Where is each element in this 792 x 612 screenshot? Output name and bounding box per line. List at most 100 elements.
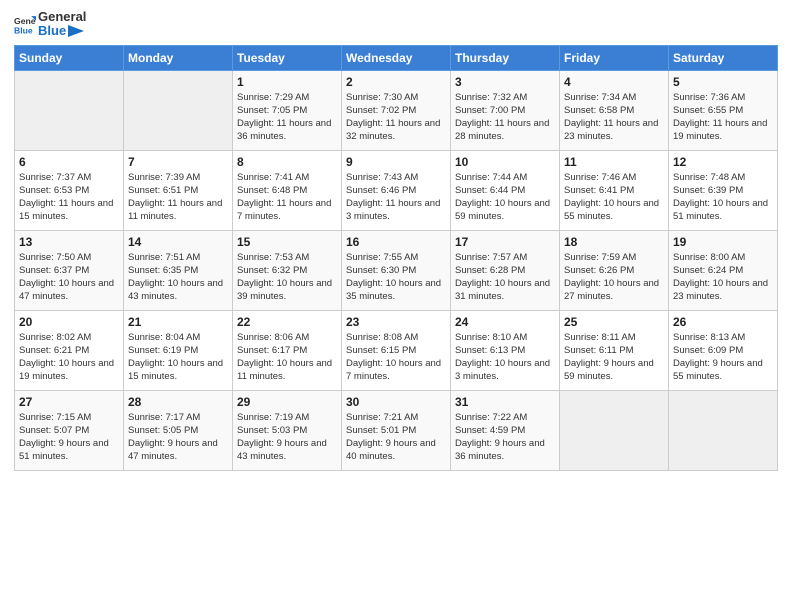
day-number: 6 [19,155,119,169]
day-number: 27 [19,395,119,409]
day-cell: 14 Sunrise: 7:51 AMSunset: 6:35 PMDayligh… [124,230,233,310]
day-number: 19 [673,235,773,249]
day-number: 4 [564,75,664,89]
day-info: Sunrise: 7:53 AMSunset: 6:32 PMDaylight:… [237,251,337,304]
day-number: 16 [346,235,446,249]
day-info: Sunrise: 7:19 AMSunset: 5:03 PMDaylight:… [237,411,337,464]
day-cell: 19Sunrise: 8:00 AMSunset: 6:24 PMDayligh… [669,230,778,310]
day-info: Sunrise: 7:39 AMSunset: 6:51 PMDaylight:… [128,171,228,224]
day-number: 3 [455,75,555,89]
day-cell: 30Sunrise: 7:21 AMSunset: 5:01 PMDayligh… [342,390,451,470]
day-number: 8 [237,155,337,169]
svg-text:Blue: Blue [14,26,33,36]
day-number: 10 [455,155,555,169]
day-cell: 26 Sunrise: 8:13 AMSunset: 6:09 PMDayligh… [669,310,778,390]
day-cell: 21 Sunrise: 8:04 AMSunset: 6:19 PMDayligh… [124,310,233,390]
day-number: 29 [237,395,337,409]
day-cell: 24Sunrise: 8:10 AMSunset: 6:13 PMDayligh… [451,310,560,390]
day-cell [669,390,778,470]
day-info: Sunrise: 7:36 AMSunset: 6:55 PMDaylight:… [673,91,773,144]
day-info: Sunrise: 7:30 AMSunset: 7:02 PMDaylight:… [346,91,446,144]
header-row: SundayMondayTuesdayWednesdayThursdayFrid… [15,45,778,70]
day-number: 1 [237,75,337,89]
day-info: Sunrise: 7:29 AMSunset: 7:05 PMDaylight:… [237,91,337,144]
day-info: Sunrise: 7:21 AMSunset: 5:01 PMDaylight:… [346,411,446,464]
header: General Blue General Blue [14,10,778,39]
col-header-tuesday: Tuesday [233,45,342,70]
day-cell: 5 Sunrise: 7:36 AMSunset: 6:55 PMDaylight… [669,70,778,150]
week-row-2: 6 Sunrise: 7:37 AMSunset: 6:53 PMDaylight… [15,150,778,230]
logo-general: General [38,10,86,24]
day-info: Sunrise: 8:02 AMSunset: 6:21 PMDaylight:… [19,331,119,384]
col-header-friday: Friday [560,45,669,70]
day-info: Sunrise: 7:46 AMSunset: 6:41 PMDaylight:… [564,171,664,224]
day-info: Sunrise: 7:34 AMSunset: 6:58 PMDaylight:… [564,91,664,144]
day-number: 7 [128,155,228,169]
day-number: 12 [673,155,773,169]
day-number: 24 [455,315,555,329]
col-header-thursday: Thursday [451,45,560,70]
day-info: Sunrise: 7:22 AMSunset: 4:59 PMDaylight:… [455,411,555,464]
day-info: Sunrise: 7:50 AMSunset: 6:37 PMDaylight:… [19,251,119,304]
day-info: Sunrise: 7:43 AMSunset: 6:46 PMDaylight:… [346,171,446,224]
day-cell: 18 Sunrise: 7:59 AMSunset: 6:26 PMDayligh… [560,230,669,310]
day-info: Sunrise: 7:37 AMSunset: 6:53 PMDaylight:… [19,171,119,224]
day-cell: 2Sunrise: 7:30 AMSunset: 7:02 PMDaylight… [342,70,451,150]
day-info: Sunrise: 8:06 AMSunset: 6:17 PMDaylight:… [237,331,337,384]
day-cell: 20 Sunrise: 8:02 AMSunset: 6:21 PMDayligh… [15,310,124,390]
day-number: 21 [128,315,228,329]
day-number: 13 [19,235,119,249]
day-number: 15 [237,235,337,249]
day-info: Sunrise: 7:15 AMSunset: 5:07 PMDaylight:… [19,411,119,464]
week-row-1: 1 Sunrise: 7:29 AMSunset: 7:05 PMDaylight… [15,70,778,150]
day-cell: 31 Sunrise: 7:22 AMSunset: 4:59 PMDayligh… [451,390,560,470]
calendar-page: General Blue General Blue SundayMondayTu… [0,0,792,612]
day-cell: 11 Sunrise: 7:46 AMSunset: 6:41 PMDayligh… [560,150,669,230]
day-cell: 23Sunrise: 8:08 AMSunset: 6:15 PMDayligh… [342,310,451,390]
day-info: Sunrise: 7:51 AMSunset: 6:35 PMDaylight:… [128,251,228,304]
day-info: Sunrise: 8:04 AMSunset: 6:19 PMDaylight:… [128,331,228,384]
day-cell [124,70,233,150]
logo: General Blue General Blue [14,10,86,39]
day-cell [560,390,669,470]
day-cell: 25Sunrise: 8:11 AMSunset: 6:11 PMDayligh… [560,310,669,390]
day-cell: 10Sunrise: 7:44 AMSunset: 6:44 PMDayligh… [451,150,560,230]
week-row-4: 20 Sunrise: 8:02 AMSunset: 6:21 PMDayligh… [15,310,778,390]
day-number: 14 [128,235,228,249]
day-info: Sunrise: 7:55 AMSunset: 6:30 PMDaylight:… [346,251,446,304]
day-number: 11 [564,155,664,169]
day-cell: 3 Sunrise: 7:32 AMSunset: 7:00 PMDaylight… [451,70,560,150]
day-cell: 29 Sunrise: 7:19 AMSunset: 5:03 PMDayligh… [233,390,342,470]
day-info: Sunrise: 7:57 AMSunset: 6:28 PMDaylight:… [455,251,555,304]
day-number: 22 [237,315,337,329]
day-number: 17 [455,235,555,249]
week-row-3: 13 Sunrise: 7:50 AMSunset: 6:37 PMDayligh… [15,230,778,310]
logo-blue: Blue [38,24,84,38]
day-number: 31 [455,395,555,409]
day-cell: 1 Sunrise: 7:29 AMSunset: 7:05 PMDaylight… [233,70,342,150]
day-cell: 16 Sunrise: 7:55 AMSunset: 6:30 PMDayligh… [342,230,451,310]
day-number: 9 [346,155,446,169]
day-number: 20 [19,315,119,329]
day-info: Sunrise: 7:32 AMSunset: 7:00 PMDaylight:… [455,91,555,144]
calendar-table: SundayMondayTuesdayWednesdayThursdayFrid… [14,45,778,471]
col-header-sunday: Sunday [15,45,124,70]
day-number: 26 [673,315,773,329]
day-info: Sunrise: 7:59 AMSunset: 6:26 PMDaylight:… [564,251,664,304]
day-info: Sunrise: 8:11 AMSunset: 6:11 PMDaylight:… [564,331,664,384]
week-row-5: 27 Sunrise: 7:15 AMSunset: 5:07 PMDayligh… [15,390,778,470]
col-header-wednesday: Wednesday [342,45,451,70]
col-header-monday: Monday [124,45,233,70]
day-number: 18 [564,235,664,249]
logo-icon: General Blue [14,13,36,35]
day-cell: 15 Sunrise: 7:53 AMSunset: 6:32 PMDayligh… [233,230,342,310]
day-number: 5 [673,75,773,89]
day-cell: 8 Sunrise: 7:41 AMSunset: 6:48 PMDaylight… [233,150,342,230]
day-info: Sunrise: 7:41 AMSunset: 6:48 PMDaylight:… [237,171,337,224]
day-info: Sunrise: 8:13 AMSunset: 6:09 PMDaylight:… [673,331,773,384]
day-cell [15,70,124,150]
day-cell: 28 Sunrise: 7:17 AMSunset: 5:05 PMDayligh… [124,390,233,470]
day-number: 28 [128,395,228,409]
day-cell: 12Sunrise: 7:48 AMSunset: 6:39 PMDayligh… [669,150,778,230]
day-info: Sunrise: 7:17 AMSunset: 5:05 PMDaylight:… [128,411,228,464]
